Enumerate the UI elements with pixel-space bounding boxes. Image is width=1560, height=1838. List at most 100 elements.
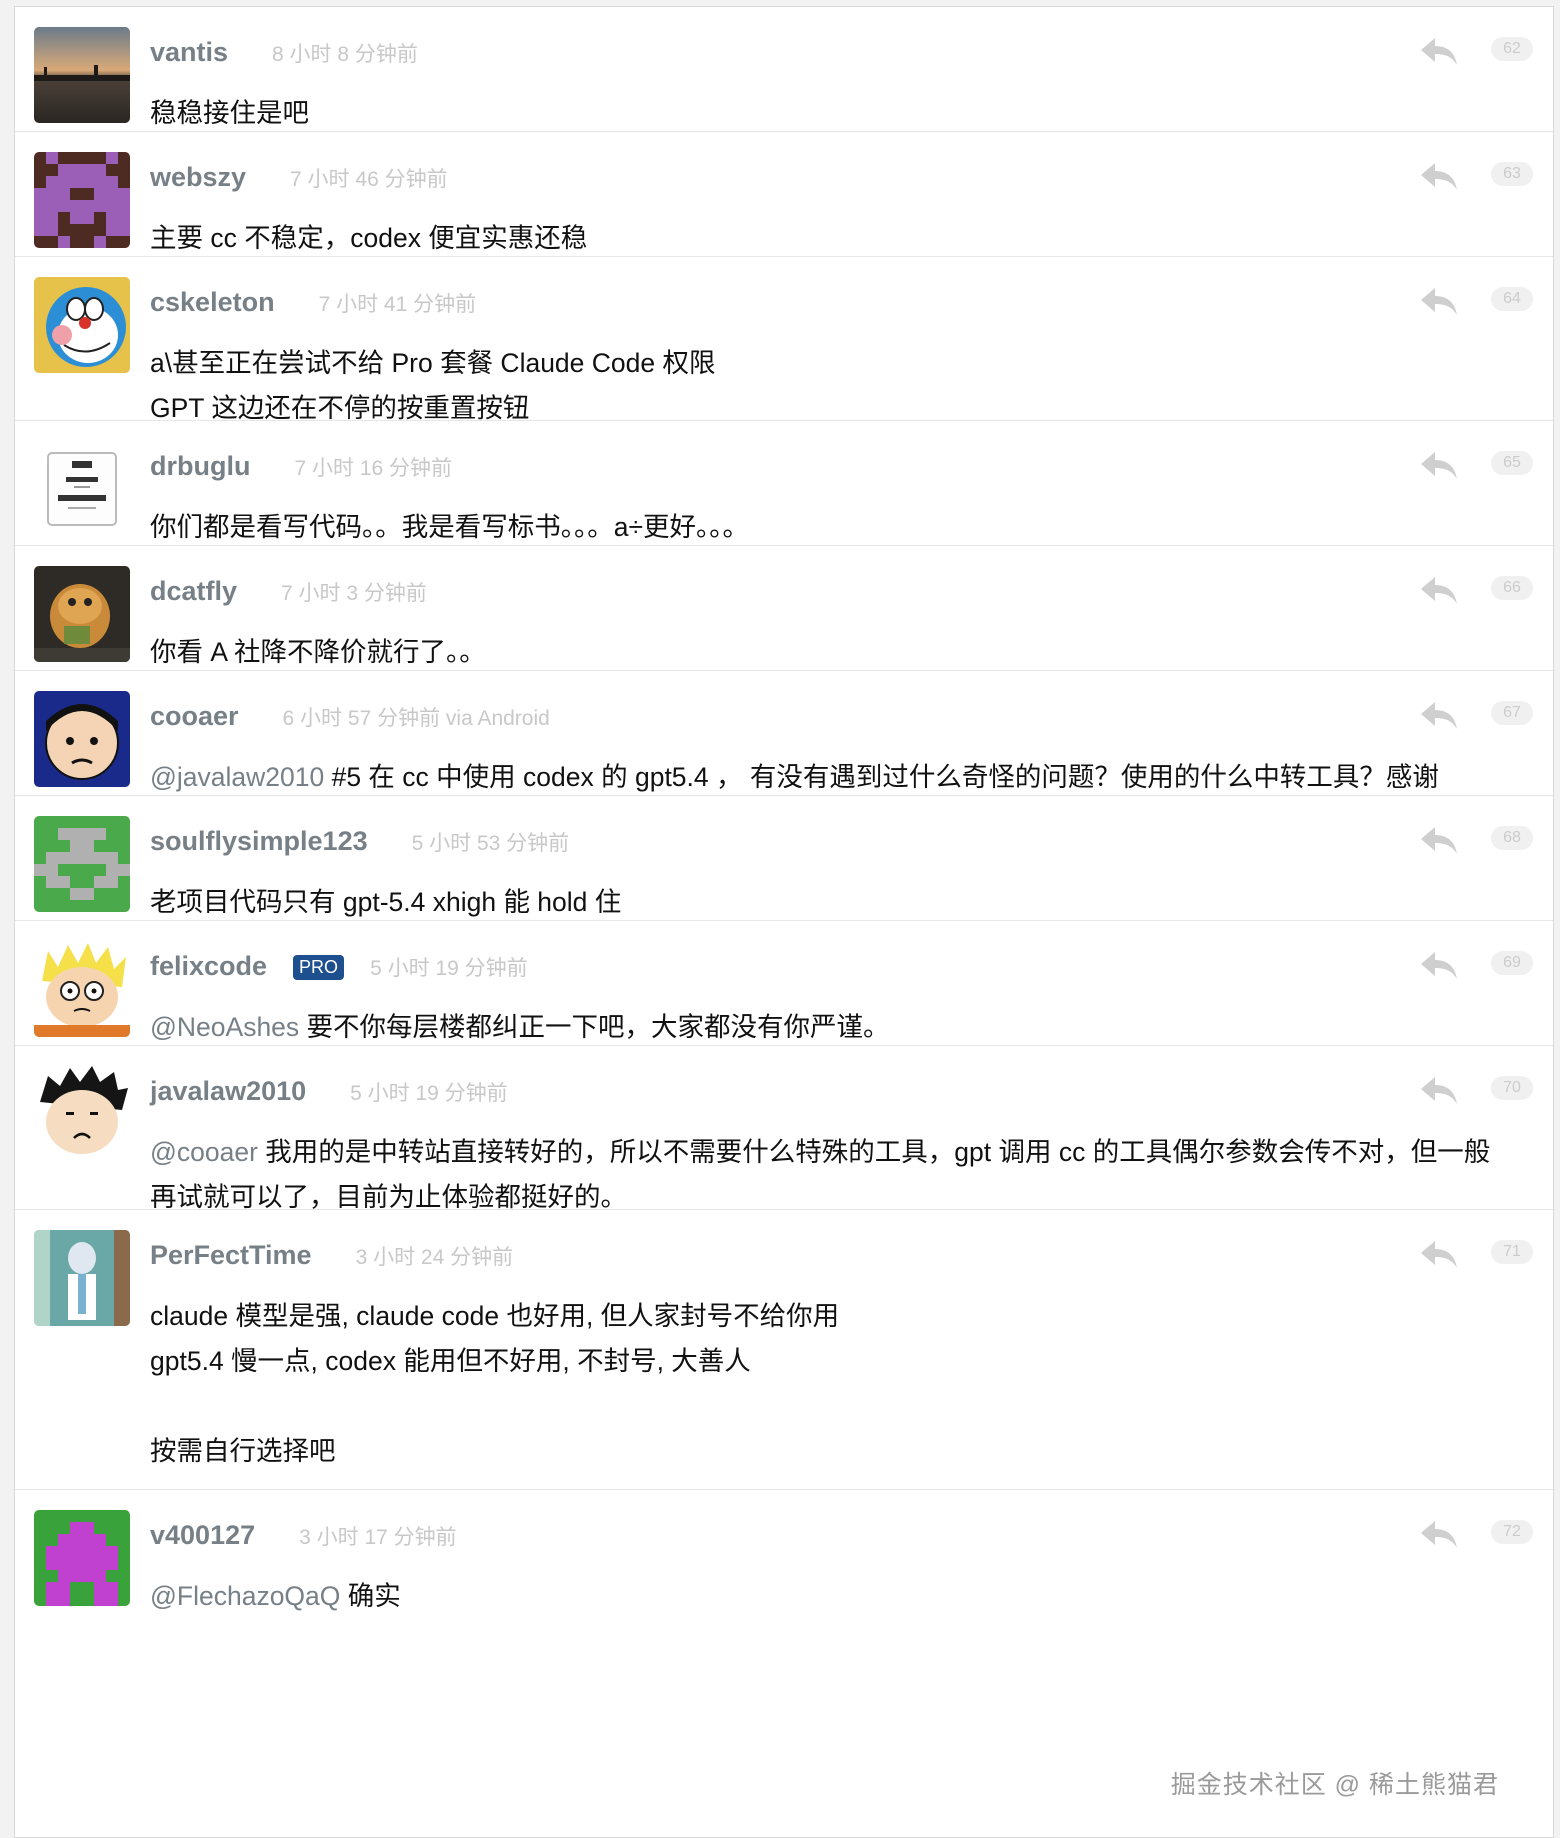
reply-time: 3 小时 17 分钟前 — [299, 1526, 457, 1549]
reply-time: 7 小时 16 分钟前 — [294, 457, 453, 480]
reply-arrow-icon[interactable] — [1419, 160, 1459, 192]
floor-number: 63 — [1491, 162, 1533, 186]
content-line: 你看 A 社降不降价就行了。。 — [150, 637, 486, 667]
floor-number: 64 — [1491, 287, 1533, 311]
username[interactable]: cskeleton — [150, 287, 275, 318]
reply-arrow-icon[interactable] — [1419, 1074, 1459, 1106]
reply-meta: drbuglu 7 小时 16 分钟前 — [150, 451, 452, 482]
reply-arrow-icon[interactable] — [1419, 574, 1459, 606]
reply-meta: v400127 3 小时 17 分钟前 — [150, 1520, 457, 1551]
reply-arrow-icon[interactable] — [1419, 285, 1459, 317]
reply-meta: vantis 8 小时 8 分钟前 — [150, 37, 418, 68]
pro-badge: PRO — [293, 955, 345, 980]
reply-content: 你看 A 社降不降价就行了。。 — [150, 630, 1513, 675]
floor-number: 71 — [1491, 1240, 1533, 1264]
reply-meta: felixcode PRO 5 小时 19 分钟前 — [150, 951, 528, 982]
reply-content: @cooaer 我用的是中转站直接转好的，所以不需要什么特殊的工具，gpt 调用… — [150, 1130, 1513, 1220]
floor-number: 62 — [1491, 37, 1533, 61]
reply-arrow-icon[interactable] — [1419, 699, 1459, 731]
avatar[interactable] — [34, 691, 130, 787]
username[interactable]: PerFectTime — [150, 1240, 312, 1271]
content-line — [150, 1384, 1513, 1429]
username[interactable]: javalaw2010 — [150, 1076, 306, 1107]
reply-meta: cskeleton 7 小时 41 分钟前 — [150, 287, 476, 318]
content-line: 老项目代码只有 gpt-5.4 xhigh 能 hold 住 — [150, 887, 622, 917]
reply-time: 5 小时 19 分钟前 — [370, 957, 528, 980]
content-line: @NeoAshes 要不你每层楼都纠正一下吧，大家都没有你严谨。 — [150, 1005, 1513, 1050]
reply-item: javalaw2010 5 小时 19 分钟前 @cooaer 我用的是中转站直… — [15, 1046, 1553, 1212]
floor-number: 70 — [1491, 1076, 1533, 1100]
mention-link[interactable]: @NeoAshes — [150, 1012, 299, 1042]
replies-panel: vantis 8 小时 8 分钟前 稳稳接住是吧 62 webszy 7 小时 … — [14, 6, 1554, 1838]
reply-time: 3 小时 24 分钟前 — [355, 1246, 514, 1269]
mention-link[interactable]: @cooaer — [150, 1137, 258, 1167]
username[interactable]: webszy — [150, 162, 246, 193]
reply-arrow-icon[interactable] — [1419, 1518, 1459, 1550]
content-text: 我用的是中转站直接转好的，所以不需要什么特殊的工具，gpt 调用 cc 的工具偶… — [150, 1137, 1491, 1212]
avatar[interactable] — [34, 27, 130, 123]
content-text: 确实 — [340, 1581, 401, 1611]
content-line: 稳稳接住是吧 — [150, 98, 309, 128]
reply-item: cooaer 6 小时 57 分钟前 via Android @javalaw2… — [15, 671, 1553, 796]
content-line: @cooaer 我用的是中转站直接转好的，所以不需要什么特殊的工具，gpt 调用… — [150, 1130, 1513, 1220]
floor-number: 68 — [1491, 826, 1533, 850]
username[interactable]: soulflysimple123 — [150, 826, 368, 857]
reply-content: 稳稳接住是吧 — [150, 91, 1513, 136]
avatar[interactable] — [34, 941, 130, 1037]
reply-content: @FlechazoQaQ 确实 — [150, 1574, 1513, 1619]
reply-content: @javalaw2010 #5 在 cc 中使用 codex 的 gpt5.4 … — [150, 755, 1513, 800]
floor-number: 72 — [1491, 1520, 1533, 1544]
content-line: claude 模型是强, claude code 也好用, 但人家封号不给你用 — [150, 1301, 840, 1331]
avatar[interactable] — [34, 1510, 130, 1606]
reply-item: vantis 8 小时 8 分钟前 稳稳接住是吧 62 — [15, 7, 1553, 132]
username[interactable]: vantis — [150, 37, 228, 68]
reply-content: @NeoAshes 要不你每层楼都纠正一下吧，大家都没有你严谨。 — [150, 1005, 1513, 1050]
reply-arrow-icon[interactable] — [1419, 35, 1459, 67]
reply-arrow-icon[interactable] — [1419, 449, 1459, 481]
reply-meta: dcatfly 7 小时 3 分钟前 — [150, 576, 427, 607]
reply-time: 5 小时 19 分钟前 — [350, 1082, 508, 1105]
reply-arrow-icon[interactable] — [1419, 824, 1459, 856]
reply-item: v400127 3 小时 17 分钟前 @FlechazoQaQ 确实 72 — [15, 1490, 1553, 1620]
avatar[interactable] — [34, 816, 130, 912]
reply-content: 老项目代码只有 gpt-5.4 xhigh 能 hold 住 — [150, 880, 1513, 925]
reply-time: 5 小时 53 分钟前 — [411, 832, 570, 855]
content-line: 你们都是看写代码。。我是看写标书。。。a÷更好。。。 — [150, 512, 750, 542]
watermark: 掘金技术社区 @ 稀土熊猫君 — [1170, 1771, 1499, 1799]
reply-item: PerFectTime 3 小时 24 分钟前 claude 模型是强, cla… — [15, 1210, 1553, 1490]
avatar[interactable] — [34, 1066, 130, 1162]
reply-arrow-icon[interactable] — [1419, 1238, 1459, 1270]
mention-link[interactable]: @javalaw2010 — [150, 762, 324, 792]
reply-time: 6 小时 57 分钟前 via Android — [282, 707, 550, 730]
content-line: 主要 cc 不稳定，codex 便宜实惠还稳 — [150, 223, 588, 253]
reply-arrow-icon[interactable] — [1419, 949, 1459, 981]
reply-time: 7 小时 41 分钟前 — [318, 293, 477, 316]
avatar[interactable] — [34, 441, 130, 537]
reply-item: drbuglu 7 小时 16 分钟前 你们都是看写代码。。我是看写标书。。。a… — [15, 421, 1553, 546]
reply-time: 7 小时 3 分钟前 — [281, 582, 427, 605]
content-line: 按需自行选择吧 — [150, 1436, 336, 1466]
reply-item: webszy 7 小时 46 分钟前 主要 cc 不稳定，codex 便宜实惠还… — [15, 132, 1553, 257]
floor-number: 65 — [1491, 451, 1533, 475]
reply-content: claude 模型是强, claude code 也好用, 但人家封号不给你用 … — [150, 1294, 1513, 1474]
avatar[interactable] — [34, 277, 130, 373]
reply-meta: PerFectTime 3 小时 24 分钟前 — [150, 1240, 513, 1271]
content-line: @FlechazoQaQ 确实 — [150, 1574, 1513, 1619]
content-text: 要不你每层楼都纠正一下吧，大家都没有你严谨。 — [299, 1012, 890, 1042]
floor-number: 69 — [1491, 951, 1533, 975]
page: vantis 8 小时 8 分钟前 稳稳接住是吧 62 webszy 7 小时 … — [0, 0, 1560, 1838]
avatar[interactable] — [34, 152, 130, 248]
reply-time: 8 小时 8 分钟前 — [272, 43, 418, 66]
username[interactable]: drbuglu — [150, 451, 250, 482]
username[interactable]: felixcode — [150, 951, 267, 982]
content-line: gpt5.4 慢一点, codex 能用但不好用, 不封号, 大善人 — [150, 1346, 751, 1376]
username[interactable]: v400127 — [150, 1520, 255, 1551]
username[interactable]: cooaer — [150, 701, 239, 732]
avatar[interactable] — [34, 1230, 130, 1326]
reply-content: a\甚至正在尝试不给 Pro 套餐 Claude Code 权限 GPT 这边还… — [150, 341, 1513, 431]
reply-item: soulflysimple123 5 小时 53 分钟前 老项目代码只有 gpt… — [15, 796, 1553, 921]
reply-meta: soulflysimple123 5 小时 53 分钟前 — [150, 826, 569, 857]
username[interactable]: dcatfly — [150, 576, 237, 607]
avatar[interactable] — [34, 566, 130, 662]
mention-link[interactable]: @FlechazoQaQ — [150, 1581, 340, 1611]
